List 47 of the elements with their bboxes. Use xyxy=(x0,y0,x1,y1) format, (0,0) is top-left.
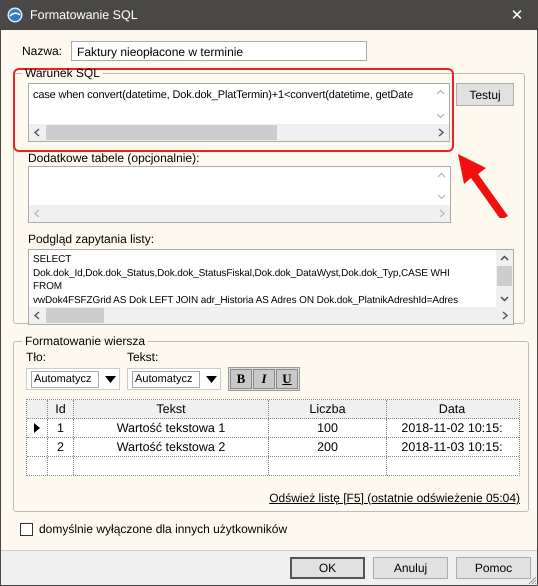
text-style-button[interactable]: B xyxy=(230,369,252,389)
scroll-up-icon[interactable] xyxy=(500,255,509,261)
test-button[interactable]: Testuj xyxy=(456,83,514,106)
table-cell: Wartość tekstowa 2 xyxy=(74,438,269,456)
sql-condition-field[interactable]: case when convert(datetime, Dok.dok_PlatTermin)+1<convert(datetime, getDate xyxy=(28,83,450,142)
group-title: Warunek SQL xyxy=(24,66,101,80)
table-cell: Wartość tekstowa 1 xyxy=(74,419,269,437)
dialog-button[interactable]: OK xyxy=(290,557,365,579)
background-label: Tło: xyxy=(26,350,48,364)
vertical-scrollbar[interactable] xyxy=(496,250,513,307)
name-label: Nazwa: xyxy=(22,44,62,58)
text-color-dropdown[interactable]: Automatycz xyxy=(127,368,221,390)
name-field[interactable]: Faktury nieopłacone w terminie xyxy=(71,41,368,61)
close-button[interactable]: ✕ xyxy=(497,0,537,30)
dialog-button[interactable]: Anuluj xyxy=(373,557,448,579)
app-logo-icon xyxy=(7,7,23,23)
table-cell: 2 xyxy=(48,438,74,456)
query-preview-label: Podgląd zapytania listy: xyxy=(28,233,156,245)
group-title: Formatowanie wiersza xyxy=(24,334,146,348)
text-color-label: Tekst: xyxy=(127,350,158,364)
text-style-button[interactable]: I xyxy=(253,369,275,389)
column-header: Liczba xyxy=(269,400,387,418)
table-cell: 100 xyxy=(269,419,387,437)
column-header: Tekst xyxy=(74,400,269,418)
checkbox[interactable] xyxy=(20,522,33,536)
table-cell: 1 xyxy=(48,419,74,437)
column-header: Id xyxy=(48,400,74,418)
query-preview-field[interactable]: SELECT Dok.dok_Id,Dok.dok_Status,Dok.dok_StatusFiskal,Dok.dok_DataWyst,Dok.dok_Typ,CASE WHI FROM vwDok4FSFZGrid AS Dok LEFT JOIN adr_Historia AS Adres ON Dok.dok_PlatnikAdreshId=Adres xyxy=(28,249,514,325)
extra-tables-field[interactable] xyxy=(28,166,451,223)
caret-icon xyxy=(206,376,217,382)
table-cell-text: 2018-11-03 10:15: xyxy=(400,439,504,456)
resize-grip-icon xyxy=(527,575,537,585)
horizontal-scrollbar[interactable] xyxy=(29,307,513,324)
caret-icon xyxy=(105,376,116,382)
row-pointer-icon xyxy=(34,423,40,433)
dialog-button[interactable]: Pomoc xyxy=(456,557,531,579)
table-cell-text: 2018-11-02 10:15: xyxy=(400,420,504,437)
extra-tables-label: Dodatkowe tabele (opcjonalnie): xyxy=(28,152,200,164)
table-cell: 200 xyxy=(269,438,387,456)
text-style-button[interactable]: U xyxy=(276,369,298,389)
window-title: Formatowanie SQL xyxy=(30,8,139,22)
checkbox-label: domyślnie wyłączone dla innych użytkowników xyxy=(39,522,288,536)
refresh-list-link[interactable]: Odśwież listę [F5] (ostatnie odświeżenie 05:04) xyxy=(269,491,520,505)
column-header: Data xyxy=(438,401,466,418)
background-color-dropdown[interactable]: Automatycz xyxy=(26,368,120,390)
scroll-down-icon[interactable] xyxy=(500,296,509,302)
horizontal-scrollbar[interactable] xyxy=(29,124,449,141)
